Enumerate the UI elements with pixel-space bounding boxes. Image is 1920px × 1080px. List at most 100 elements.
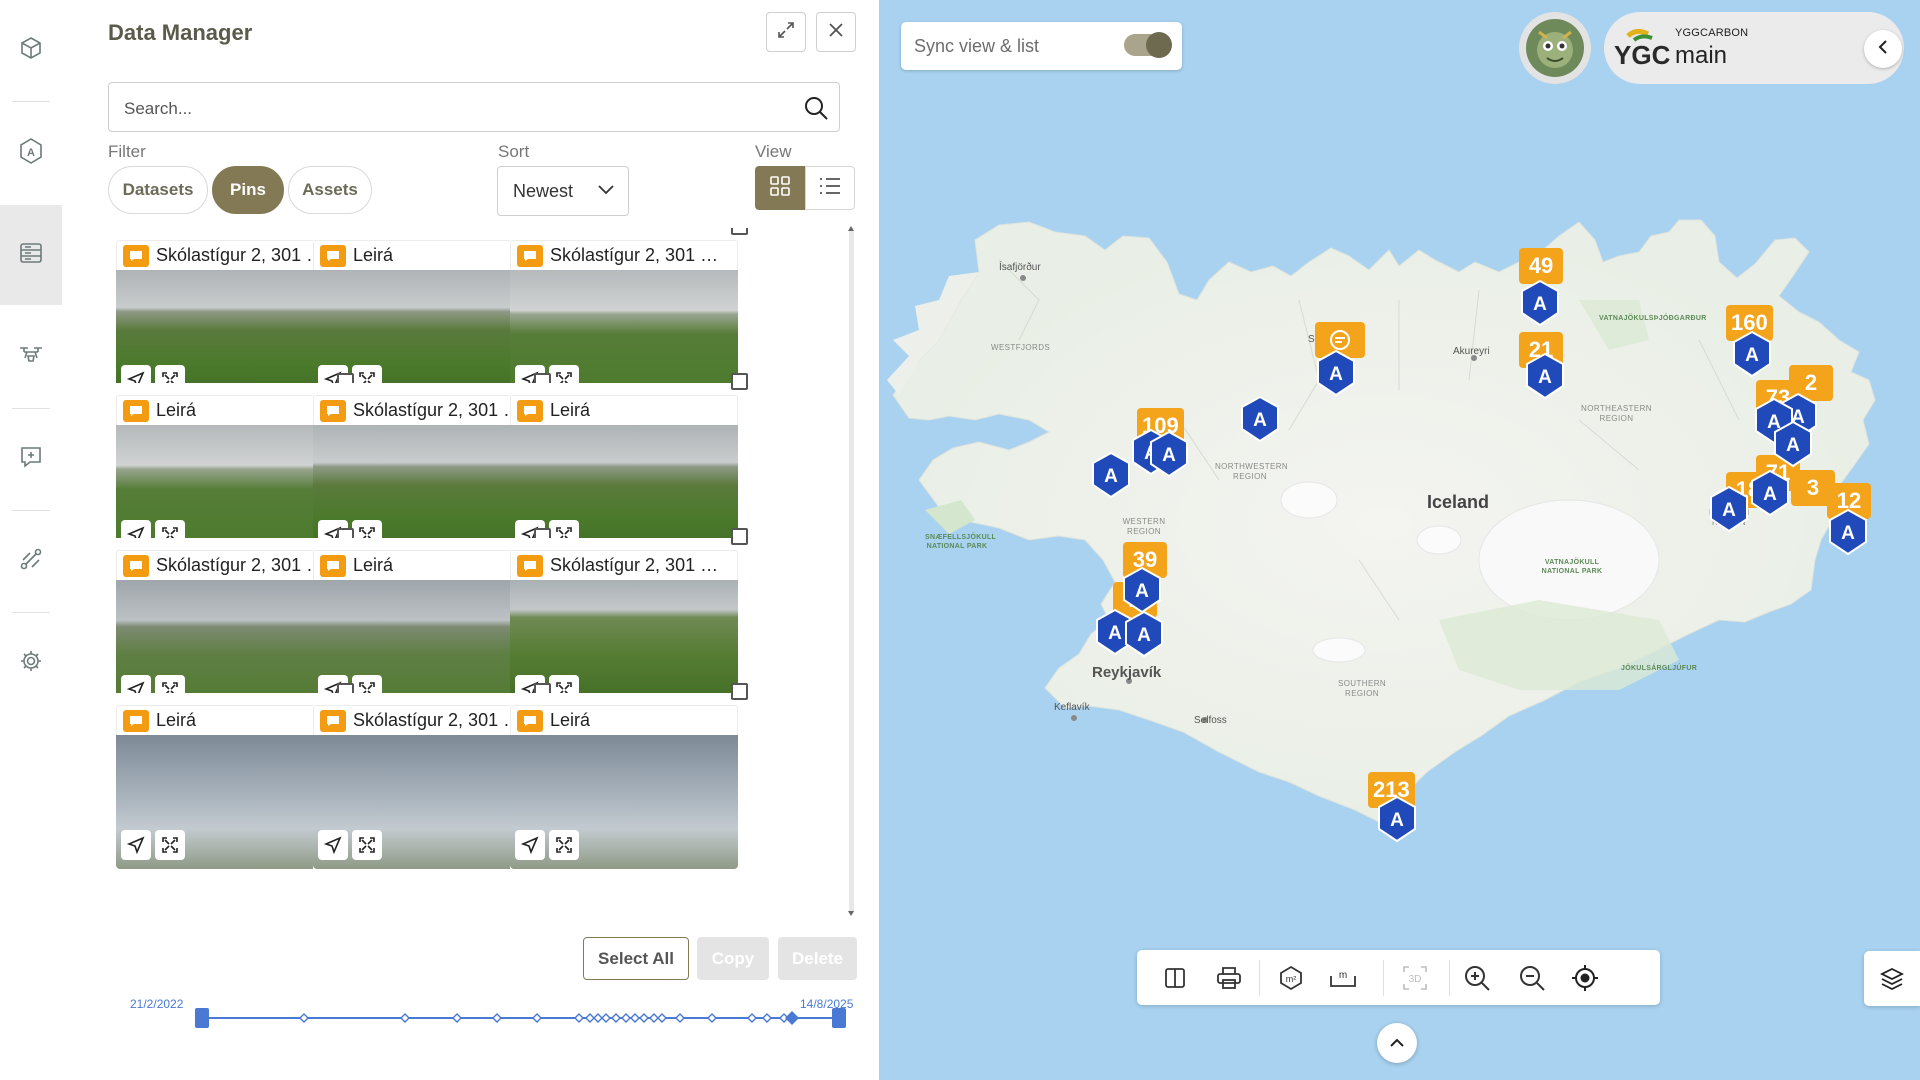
print-tool[interactable]: [1209, 958, 1249, 998]
pin-card[interactable]: Skólastígur 2, 301 Hvalfjarðarsveit: [313, 683, 551, 869]
asset-marker-label: A: [1137, 625, 1151, 646]
sort-value: Newest: [513, 180, 574, 201]
search-icon[interactable]: [803, 95, 829, 126]
pin-checkbox[interactable]: [731, 228, 748, 235]
pin-checkbox[interactable]: [731, 528, 748, 545]
svg-text:m²: m²: [1286, 974, 1297, 984]
fullscreen-button[interactable]: [766, 12, 806, 52]
rail-item-data-manager[interactable]: [0, 205, 62, 305]
pin-card-title: Leirá: [550, 400, 591, 420]
pin-card[interactable]: Leirá: [116, 683, 354, 869]
map-view[interactable]: Ísafjörður Akureyri Reykjavík Keflavík S…: [879, 0, 1920, 1080]
zoom-in-tool[interactable]: [1457, 958, 1497, 998]
asset-marker[interactable]: A: [1148, 430, 1190, 478]
place-label: Keflavík: [1054, 702, 1090, 713]
pin-comment-icon: [123, 399, 149, 422]
asset-marker[interactable]: A: [1519, 279, 1561, 327]
rail-item-add-report[interactable]: [0, 409, 62, 509]
collapse-panel-button[interactable]: [1864, 30, 1902, 68]
ruler-icon: m: [1330, 970, 1356, 987]
asset-marker[interactable]: A: [1123, 610, 1165, 658]
expand-photo-button[interactable]: [352, 830, 382, 860]
navigate-to-pin-button[interactable]: [318, 830, 348, 860]
asset-marker[interactable]: A: [1749, 469, 1791, 517]
filter-assets[interactable]: Assets: [288, 166, 372, 214]
avatar-image: [1526, 19, 1584, 77]
scroll-up-arrow[interactable]: [848, 226, 854, 231]
place-label: Ísafjörður: [999, 262, 1041, 273]
pin-card-header: Skólastígur 2, 301 Hvalfjarðarsveit: [116, 240, 344, 270]
scroll-down-arrow[interactable]: [848, 911, 854, 916]
asset-marker[interactable]: A: [1731, 330, 1773, 378]
filter-pins[interactable]: Pins: [212, 166, 284, 214]
timeline-end-handle[interactable]: [832, 1008, 846, 1028]
rail-item-assets[interactable]: A: [0, 103, 62, 203]
grid-icon: [769, 175, 791, 202]
search-input[interactable]: [122, 96, 776, 122]
filter-datasets[interactable]: Datasets: [108, 166, 208, 214]
pin-photo[interactable]: [116, 735, 344, 869]
asset-marker[interactable]: A: [1376, 795, 1418, 843]
sync-toggle[interactable]: [1124, 32, 1172, 58]
timeline-start-handle[interactable]: [195, 1008, 209, 1028]
close-button[interactable]: [816, 12, 856, 52]
svg-text:m: m: [1339, 970, 1347, 981]
select-all-button[interactable]: Select All: [583, 937, 689, 980]
navigate-to-pin-button[interactable]: [515, 830, 545, 860]
locate-tool[interactable]: [1565, 958, 1605, 998]
avatar[interactable]: [1519, 12, 1591, 84]
pin-card-header: Leirá: [116, 395, 344, 425]
asset-marker[interactable]: A: [1315, 349, 1357, 397]
project-selector[interactable]: YGC YGGCARBON main: [1604, 12, 1904, 84]
asset-marker[interactable]: A: [1090, 451, 1132, 499]
pin-comment-icon: [320, 244, 346, 267]
pin-photo[interactable]: [510, 735, 738, 869]
expand-bottom-panel-button[interactable]: [1377, 1023, 1417, 1063]
copy-button[interactable]: Copy: [697, 937, 769, 980]
asset-marker[interactable]: A: [1239, 395, 1281, 443]
split-view-tool[interactable]: [1155, 958, 1195, 998]
gear-icon: [18, 648, 44, 679]
timeline-slider[interactable]: [192, 1005, 852, 1035]
pin-card[interactable]: Skólastígur 2, 301 Hvalfjarðarsveit: [116, 528, 354, 714]
asset-marker[interactable]: A: [1524, 352, 1566, 400]
pin-card[interactable]: Leirá: [510, 683, 748, 869]
asset-marker[interactable]: A: [1121, 566, 1163, 614]
region-label: NORTHWESTERN REGION: [1215, 462, 1289, 481]
sync-view-control: Sync view & list: [901, 22, 1182, 70]
region-label: WESTFJORDS: [991, 343, 1051, 352]
pin-card-header: Skólastígur 2, 301 Hvalfjarðarsveit: [510, 240, 738, 270]
pin-checkbox[interactable]: [731, 373, 748, 390]
delete-button[interactable]: Delete: [778, 937, 857, 980]
scrollbar-thumb[interactable]: [849, 228, 854, 914]
layers-button[interactable]: [1864, 951, 1920, 1006]
scrollbar[interactable]: [848, 226, 854, 916]
rail-item-projects[interactable]: [0, 0, 62, 100]
navigate-to-pin-button[interactable]: [121, 830, 151, 860]
asset-marker-label: A: [1538, 367, 1552, 388]
asset-marker[interactable]: A: [1708, 485, 1750, 533]
zoom-out-tool[interactable]: [1512, 958, 1552, 998]
pin-card-header: Skólastígur 2, 301 Hvalfjarðarsveit: [313, 705, 541, 735]
pin-card-header: Leirá: [116, 705, 344, 735]
pin-photo[interactable]: [313, 735, 541, 869]
rail-item-drone[interactable]: [0, 307, 62, 407]
asset-marker[interactable]: A: [1827, 508, 1869, 556]
view-grid-button[interactable]: [755, 166, 805, 210]
sort-select[interactable]: Newest: [497, 166, 629, 216]
3d-view-tool[interactable]: 3D: [1395, 958, 1435, 998]
pin-card[interactable]: Leirá: [116, 373, 354, 559]
map-canvas[interactable]: [879, 0, 1920, 1080]
pin-checkbox[interactable]: [731, 683, 748, 700]
place-label: Selfoss: [1194, 715, 1227, 726]
asset-marker[interactable]: A: [1772, 420, 1814, 468]
measure-area-tool[interactable]: m²: [1271, 958, 1311, 998]
view-list-button[interactable]: [805, 166, 855, 210]
rail-item-route[interactable]: [0, 511, 62, 611]
pin-comment-icon: [123, 554, 149, 577]
measure-distance-tool[interactable]: m: [1323, 958, 1363, 998]
pin-card[interactable]: Skólastígur 2, 301 Hvalfjarðarsveit: [116, 228, 354, 404]
expand-photo-button[interactable]: [155, 830, 185, 860]
expand-photo-button[interactable]: [549, 830, 579, 860]
rail-item-settings[interactable]: [0, 613, 62, 713]
